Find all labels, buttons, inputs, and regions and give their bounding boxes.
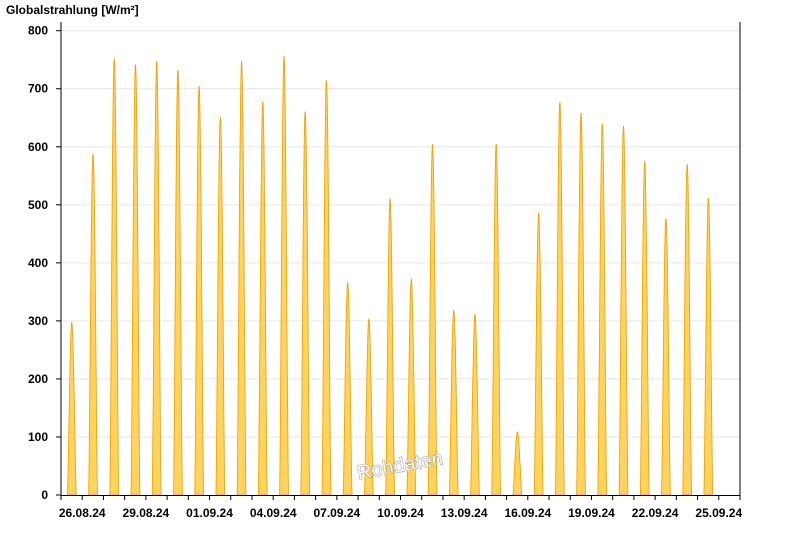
grid-lines (61, 30, 740, 438)
day-curve (682, 164, 693, 496)
y-tick-label: 0 (41, 488, 48, 502)
day-curve (109, 58, 120, 496)
day-curve (554, 102, 565, 496)
day-curve (533, 212, 544, 496)
x-tick-label: 07.09.24 (313, 506, 360, 520)
chart-title: Globalstrahlung [W/m²] (6, 3, 139, 17)
day-curve (236, 60, 247, 496)
x-tick-label: 22.09.24 (632, 506, 679, 520)
day-curve (151, 60, 162, 496)
axes (60, 22, 741, 496)
day-curve (448, 308, 459, 496)
y-tick-label: 400 (28, 256, 48, 270)
x-tick-label: 04.09.24 (250, 506, 297, 520)
x-tick-label: 26.08.24 (59, 506, 106, 520)
day-curve (491, 143, 502, 496)
x-tick-label: 13.09.24 (441, 506, 488, 520)
day-curve (215, 117, 226, 496)
day-curve (173, 69, 183, 496)
y-tick-label: 300 (28, 314, 48, 328)
day-curve (703, 197, 714, 496)
y-tick-label: 800 (28, 24, 48, 38)
day-curve (257, 101, 268, 496)
y-tick-label: 100 (28, 430, 48, 444)
solar-radiation-chart: Globalstrahlung [W/m²] Rohdaten 01002003… (6, 3, 742, 520)
x-tick-label: 01.09.24 (186, 506, 233, 520)
x-tick-label: 19.09.24 (568, 506, 615, 520)
day-curve (427, 144, 438, 496)
y-tick-label: 500 (28, 198, 48, 212)
day-curve (661, 218, 671, 496)
series-area (66, 55, 714, 496)
day-curve (66, 321, 77, 496)
x-tick-label: 10.09.24 (377, 506, 424, 520)
x-tick-label: 16.09.24 (504, 506, 551, 520)
x-tick-label: 29.08.24 (123, 506, 170, 520)
day-curve (321, 80, 332, 496)
x-tick-label: 25.09.24 (695, 506, 742, 520)
day-curve (342, 281, 353, 496)
day-curve (470, 313, 480, 496)
y-tick-label: 200 (28, 372, 48, 386)
day-curve (597, 123, 608, 496)
y-tick-label: 700 (28, 82, 48, 96)
day-curve (618, 125, 629, 496)
day-curve (639, 161, 650, 496)
y-axis-ticks: 0 100 200 300 400 500 600 700 800 (28, 24, 61, 502)
day-curve (385, 198, 396, 496)
x-axis-ticks: 26.08.24 29.08.24 01.09.24 04.09.24 07.09.24… (59, 495, 742, 520)
day-curve (130, 64, 141, 496)
y-tick-label: 600 (28, 140, 48, 154)
day-curve (512, 430, 523, 496)
day-curve (300, 111, 311, 496)
day-curve (576, 113, 586, 496)
day-curve (279, 55, 289, 496)
